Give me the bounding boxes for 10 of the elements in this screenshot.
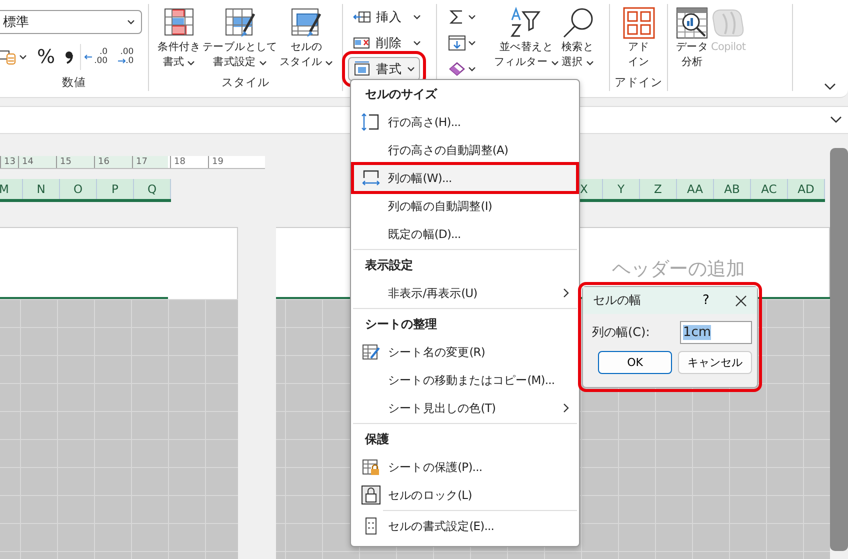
ruler: 13 14 15 16 17 18 19 bbox=[0, 156, 265, 169]
dialog-title: セルの幅 bbox=[593, 292, 642, 309]
group-label: スタイル bbox=[220, 75, 270, 91]
group-label: 数値 bbox=[61, 75, 87, 91]
menu-heading: 表示設定 bbox=[364, 257, 414, 274]
menu-heading: 保護 bbox=[364, 431, 390, 448]
menu-heading: セルのサイズ bbox=[364, 86, 438, 103]
field-label: 列の幅(C): bbox=[592, 324, 650, 341]
menu-heading: シートの整理 bbox=[364, 316, 438, 333]
group-label: アドイン bbox=[614, 75, 664, 91]
